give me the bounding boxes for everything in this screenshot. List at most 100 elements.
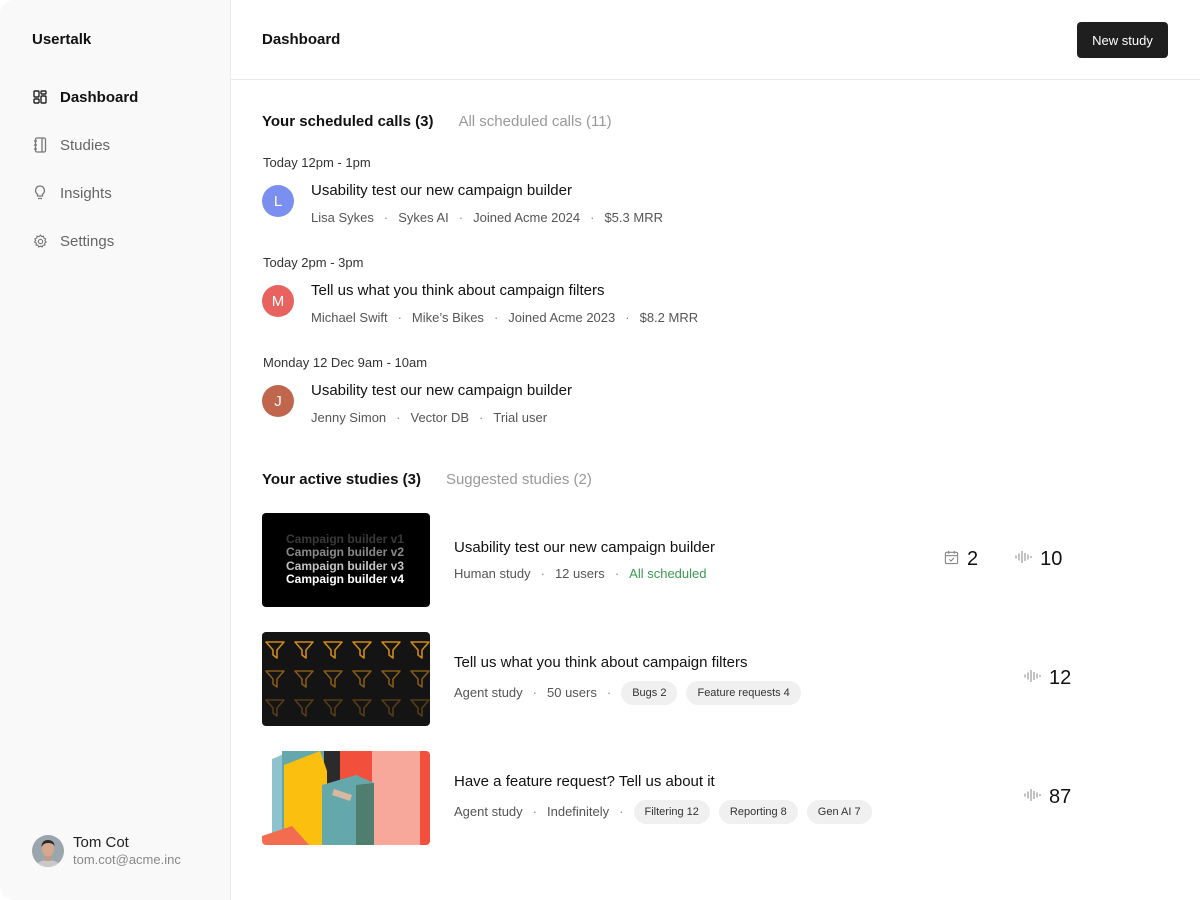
study-item[interactable]: Have a feature request? Tell us about it… [262, 750, 1200, 845]
study-thumbnail [262, 631, 430, 726]
study-type: Agent study [454, 804, 523, 819]
call-person: Michael Swift [311, 310, 388, 325]
audio-waveform-icon [1015, 550, 1032, 569]
study-stats: 12 [1024, 667, 1071, 690]
calendar-check-icon [944, 550, 959, 570]
page-title: Dashboard [262, 31, 341, 48]
study-type: Human study [454, 566, 531, 581]
notebook-icon [32, 137, 48, 153]
tab-your-scheduled-calls[interactable]: Your scheduled calls (3) [262, 113, 433, 130]
call-item[interactable]: Today 12pm - 1pm L Usability test our ne… [262, 155, 663, 225]
abstract-blocks-illustration [262, 750, 430, 845]
call-mrr: $8.2 MRR [639, 310, 699, 325]
funnel-icon [265, 698, 285, 717]
separator-dot: · [606, 685, 612, 700]
separator-dot: · [396, 410, 401, 425]
tag-chip[interactable]: Filtering 12 [633, 799, 710, 824]
dashboard-grid-icon [32, 89, 48, 105]
separator-dot: · [625, 310, 630, 325]
study-stats: 2 10 [944, 548, 1062, 571]
study-thumbnail [262, 750, 430, 845]
call-title: Tell us what you think about campaign fi… [311, 282, 605, 299]
tag-chip[interactable]: Feature requests 4 [686, 680, 801, 705]
separator-dot: · [614, 566, 620, 581]
recordings-stat: 87 [1024, 786, 1071, 809]
call-time: Today 12pm - 1pm [263, 155, 371, 170]
user-name: Tom Cot [73, 834, 129, 851]
tag-chip[interactable]: Reporting 8 [718, 799, 798, 824]
thumb-line: Campaign builder v1 [286, 531, 405, 546]
call-title: Usability test our new campaign builder [311, 182, 572, 199]
study-title: Have a feature request? Tell us about it [454, 772, 715, 790]
call-status: Trial user [493, 410, 548, 425]
sidebar-item-settings[interactable]: Settings [32, 229, 138, 253]
recordings-count: 12 [1049, 667, 1072, 689]
sidebar-item-label: Studies [60, 136, 111, 154]
call-avatar: J [262, 385, 294, 417]
user-profile[interactable]: Tom Cot tom.cot@acme.inc [32, 834, 181, 868]
sidebar-item-label: Insights [60, 184, 112, 202]
recordings-count: 87 [1049, 786, 1072, 808]
study-stats: 87 [1024, 786, 1071, 809]
sidebar-item-label: Settings [60, 232, 115, 250]
funnel-pattern [265, 640, 430, 717]
funnel-icon [323, 640, 343, 659]
separator-dot: · [458, 210, 464, 225]
sidebar-item-insights[interactable]: Insights [32, 181, 138, 205]
study-meta: Human study · 12 users · All scheduled [454, 566, 715, 581]
scheduled-count: 2 [967, 548, 979, 570]
sidebar-item-dashboard[interactable]: Dashboard [32, 85, 138, 109]
funnel-icon [265, 669, 285, 688]
funnel-icon [294, 640, 314, 659]
calls-tabs: Your scheduled calls (3) All scheduled c… [262, 111, 637, 131]
new-study-button[interactable]: New study [1077, 22, 1168, 58]
call-joined: Joined Acme 2023 [508, 310, 616, 325]
thumb-line: Campaign builder v2 [286, 545, 405, 559]
thumb-line: Campaign builder v3 [286, 558, 405, 573]
call-avatar: M [262, 285, 294, 317]
study-type: Agent study [454, 685, 523, 700]
call-time: Today 2pm - 3pm [263, 255, 364, 270]
funnel-icon [410, 640, 430, 659]
call-item[interactable]: Today 2pm - 3pm M Tell us what you think… [262, 255, 698, 325]
call-meta: Michael Swift · Mike’s Bikes · Joined Acme… [311, 310, 698, 325]
study-thumbnail: Campaign builder v1 Campaign builder v2 … [262, 512, 430, 607]
audio-waveform-icon [1024, 788, 1041, 807]
call-item[interactable]: Monday 12 Dec 9am - 10am J Usability tes… [262, 355, 572, 425]
call-person: Lisa Sykes [311, 210, 374, 225]
study-users: 12 users [554, 566, 605, 581]
user-email: tom.cot@acme.inc [73, 852, 181, 867]
audio-waveform-icon [1024, 669, 1041, 688]
separator-dot: · [540, 566, 545, 581]
call-meta: Jenny Simon · Vector DB · Trial user [311, 410, 572, 425]
study-item[interactable]: Tell us what you think about campaign fi… [262, 631, 1200, 726]
separator-dot: · [619, 804, 624, 819]
tab-your-active-studies[interactable]: Your active studies (3) [262, 471, 421, 488]
funnel-icon [265, 640, 285, 659]
study-meta: Agent study · Indefinitely · Filtering 12 … [454, 799, 881, 824]
sidebar-item-studies[interactable]: Studies [32, 133, 138, 157]
tag-chip[interactable]: Gen AI 7 [806, 799, 872, 824]
call-joined: Joined Acme 2024 [473, 210, 581, 225]
call-avatar: L [262, 185, 294, 217]
funnel-icon [381, 669, 401, 688]
studies-tabs: Your active studies (3) Suggested studie… [262, 469, 617, 489]
call-meta: Lisa Sykes · Sykes AI · Joined Acme 2024 · … [311, 210, 663, 225]
funnel-icon [352, 640, 372, 659]
separator-dot: · [590, 210, 595, 225]
thumb-line: Campaign builder v4 [286, 572, 405, 586]
study-title: Usability test our new campaign builder [454, 539, 715, 556]
top-bar: Dashboard New study [231, 0, 1200, 80]
funnel-icon [381, 698, 401, 717]
tag-chip[interactable]: Bugs 2 [621, 680, 678, 705]
tab-suggested-studies[interactable]: Suggested studies (2) [446, 471, 592, 488]
tab-all-scheduled-calls[interactable]: All scheduled calls (11) [458, 113, 611, 130]
call-company: Vector DB [410, 410, 470, 425]
study-item[interactable]: Campaign builder v1 Campaign builder v2 … [262, 512, 1200, 607]
separator-dot: · [532, 804, 537, 819]
funnel-icon [352, 669, 372, 688]
sidebar-nav: Dashboard Studies Insights Settings [32, 85, 138, 277]
separator-dot: · [383, 210, 389, 225]
funnel-icon [294, 669, 314, 688]
recordings-stat: 12 [1024, 667, 1071, 690]
